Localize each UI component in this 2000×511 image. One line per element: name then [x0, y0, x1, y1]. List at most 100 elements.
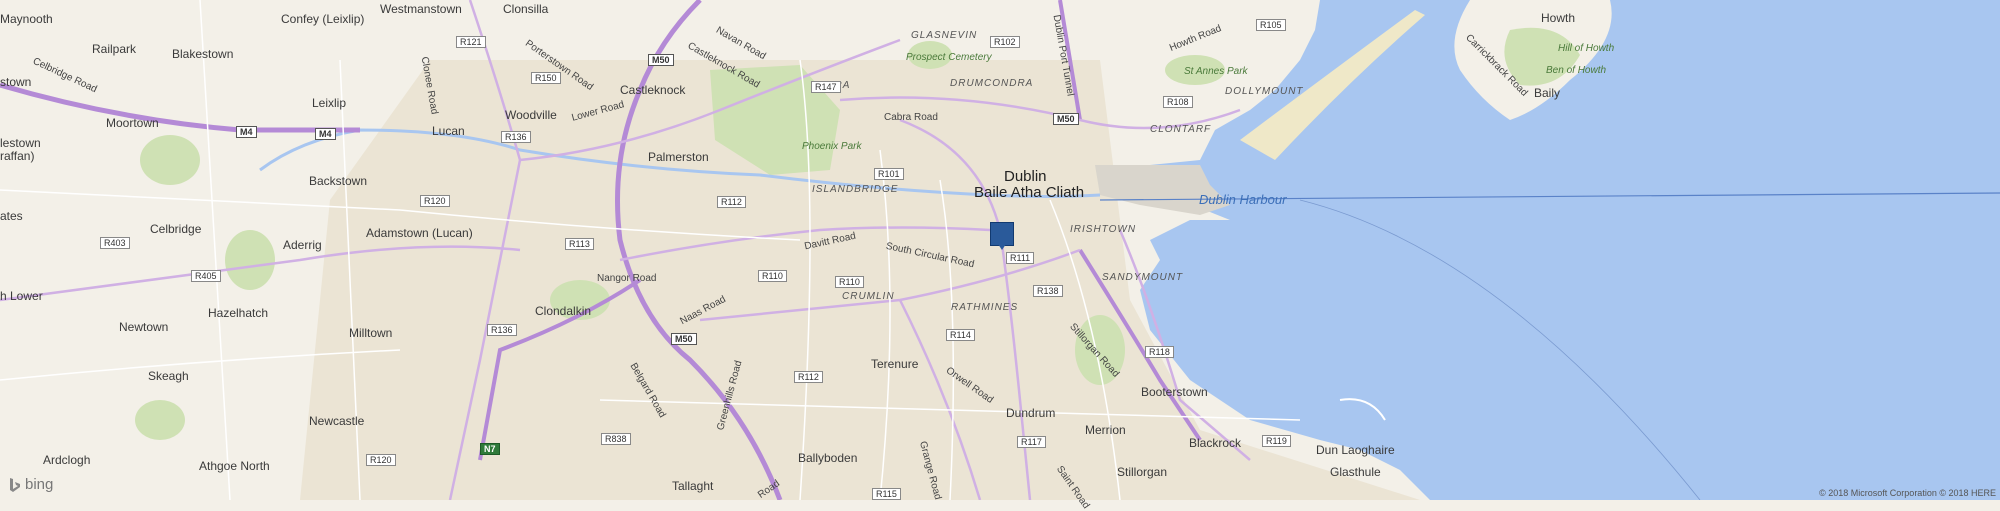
town-label: lestown [0, 136, 41, 150]
road-shield: M50 [671, 333, 697, 345]
town-label: ates [0, 209, 23, 223]
town-label: Clonsilla [503, 2, 549, 16]
town-label: Blackrock [1189, 436, 1242, 450]
road-shield: R150 [531, 72, 561, 84]
town-label: Castleknock [620, 83, 686, 97]
town-label: Adamstown (Lucan) [366, 226, 473, 240]
town-label: Woodville [505, 108, 557, 122]
town-label: Booterstown [1141, 385, 1208, 399]
town-label: Moortown [106, 116, 159, 130]
district-label: SANDYMOUNT [1102, 272, 1184, 283]
town-label: Leixlip [312, 96, 347, 110]
town-label: Blakestown [172, 47, 234, 61]
road-shield: R136 [501, 131, 531, 143]
water-label: Dublin Harbour [1199, 192, 1287, 207]
park-label: Phoenix Park [802, 141, 862, 152]
district-label: DRUMCONDRA [950, 78, 1034, 89]
district-label: DOLLYMOUNT [1225, 86, 1304, 97]
town-label: Maynooth [0, 12, 53, 26]
town-label: Celbridge [150, 222, 202, 236]
park-label: Ben of Howth [1546, 65, 1607, 76]
town-label: Tallaght [672, 479, 714, 493]
road-shield: R136 [487, 324, 517, 336]
road-shield: R112 [794, 371, 823, 383]
town-label: Skeagh [148, 369, 189, 383]
green-area [225, 230, 275, 290]
road-shield: R120 [420, 195, 450, 207]
town-label: Backstown [309, 174, 368, 188]
road-shield: R110 [758, 270, 787, 282]
town-label: Glasthule [1330, 465, 1381, 479]
town-label: Railpark [92, 42, 137, 56]
town-label: Ardclogh [43, 453, 91, 467]
road-shield: R118 [1145, 346, 1174, 358]
town-label: Newtown [119, 320, 169, 334]
district-label: CLONTARF [1150, 124, 1212, 135]
road-shield: R119 [1262, 435, 1291, 447]
bing-logo-icon [10, 477, 20, 492]
road-shield: R112 [717, 196, 746, 208]
road-label: Nangor Road [597, 273, 657, 284]
town-label: Hazelhatch [208, 306, 269, 320]
road-shield: M4 [236, 126, 257, 138]
road-label: Cabra Road [884, 112, 938, 123]
road-shield: R405 [191, 270, 221, 282]
bing-wordmark: bing [25, 476, 54, 493]
town-label: Merrion [1085, 423, 1126, 437]
road-shield: R403 [100, 237, 130, 249]
town-label: Ballyboden [798, 451, 858, 465]
town-label: Confey (Leixlip) [281, 12, 365, 26]
city-label: Dublin [1004, 168, 1047, 185]
town-label: Newcastle [309, 414, 365, 428]
road-shield: R120 [366, 454, 396, 466]
district-label: ISLANDBRIDGE [812, 184, 899, 195]
town-label: Terenure [871, 357, 919, 371]
town-label: h Lower [0, 289, 43, 303]
town-label: stown [0, 75, 32, 89]
town-label: Lucan [432, 124, 465, 138]
road-shield: R105 [1256, 19, 1286, 31]
town-label: Howth [1541, 11, 1576, 25]
road-shield: M4 [315, 128, 336, 140]
road-shield: R113 [565, 238, 594, 250]
park-label: St Annes Park [1184, 66, 1248, 77]
road-shield: R117 [1017, 436, 1046, 448]
town-label: Milltown [349, 326, 393, 340]
road-shield: R102 [990, 36, 1020, 48]
park-label: Prospect Cemetery [906, 52, 992, 63]
bing-logo: bing [8, 476, 53, 493]
town-label: Dun Laoghaire [1316, 443, 1395, 457]
district-label: IRISHTOWN [1070, 224, 1137, 235]
road-shield: R115 [872, 488, 901, 500]
road-shield: R114 [946, 329, 975, 341]
location-pin-icon[interactable] [990, 222, 1014, 250]
green-area [135, 400, 185, 440]
road-shield: R101 [874, 168, 904, 180]
district-label: CRUMLIN [842, 291, 895, 302]
town-label: Aderrig [283, 238, 322, 252]
road-shield: M50 [648, 54, 674, 66]
town-label: Clondalkin [535, 304, 592, 318]
road-shield: R121 [456, 36, 486, 48]
district-label: RATHMINES [951, 302, 1019, 313]
town-label: Westmanstown [380, 2, 462, 16]
town-label: Dundrum [1006, 406, 1056, 420]
road-shield: M50 [1053, 113, 1079, 125]
road-shield: R110 [835, 276, 864, 288]
road-shield: R147 [811, 81, 841, 93]
town-label: raffan) [0, 149, 35, 163]
road-shield: R108 [1163, 96, 1193, 108]
road-shield: R138 [1033, 285, 1063, 297]
district-label: GLASNEVIN [911, 30, 978, 41]
town-label: Stillorgan [1117, 465, 1168, 479]
town-label: Athgoe North [199, 459, 270, 473]
green-area [140, 135, 200, 185]
road-shield: R111 [1006, 252, 1035, 264]
road-shield: R838 [601, 433, 631, 445]
copyright-notice: © 2018 Microsoft Corporation © 2018 HERE [1819, 488, 1996, 498]
town-label: Palmerston [648, 150, 709, 164]
town-label: Baily [1534, 86, 1561, 100]
city-label-irish: Baile Atha Cliath [974, 184, 1085, 201]
park-label: Hill of Howth [1558, 43, 1615, 54]
road-shield: N7 [480, 443, 500, 455]
